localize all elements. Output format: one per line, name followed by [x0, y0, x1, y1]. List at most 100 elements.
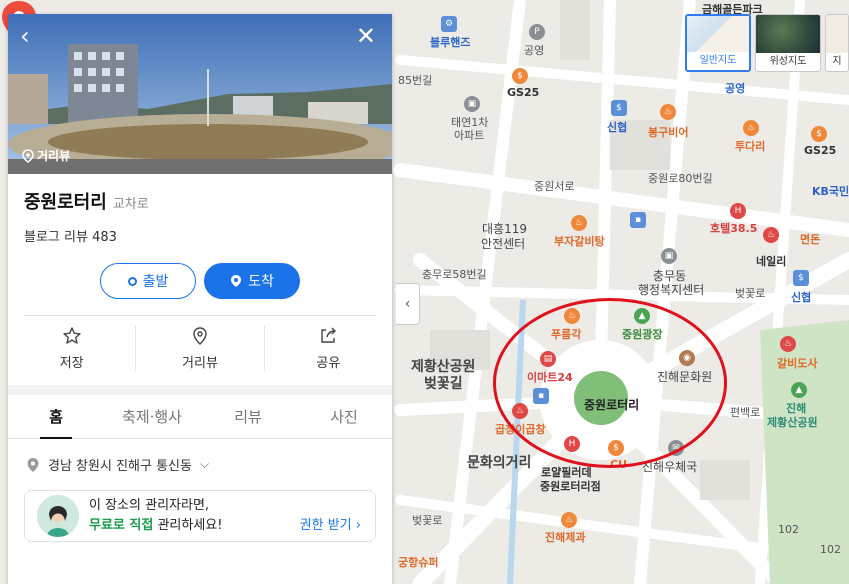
place-category: 교차로	[112, 197, 149, 212]
label-num102a: 102	[778, 523, 799, 536]
terrain-map-button[interactable]: 지	[825, 14, 849, 72]
label-jungwon80: 중원로80번길	[648, 172, 713, 185]
tab-festival[interactable]: 축제·행사	[104, 395, 200, 438]
title-row: 중원로터리 교차로	[24, 188, 376, 214]
label-hotel: 호텔38.5	[710, 222, 758, 235]
apartment-icon: ▣	[464, 96, 480, 112]
label-munhwa: 문화의거리	[467, 455, 532, 471]
person-illustration-icon	[37, 495, 79, 537]
label-pyeonbaek: 편백로	[730, 406, 761, 419]
roadview-label: 거리뷰	[182, 356, 218, 371]
label-welfare: 행정복지센터	[638, 283, 705, 297]
place-detail-panel: ‹ ✕ 거리뷰 중원로터리 교차로 블로그 리뷰 483 출발 도착 저장 거리…	[8, 14, 392, 584]
label-sinhyeop2: 신협	[791, 291, 812, 304]
label-beotkkot: 벚꽃로	[735, 287, 766, 300]
claim-line-2-rest: 관리하세요!	[153, 518, 223, 533]
place-title: 중원로터리	[24, 192, 107, 213]
label-gs25b: GS25	[804, 144, 837, 157]
share-button[interactable]: 공유	[265, 326, 392, 371]
restaurant-icon-4: ♨	[780, 336, 796, 352]
label-safety: 안전센터	[481, 237, 526, 251]
roadview-tag-label: 거리뷰	[37, 149, 71, 163]
pin-outline-icon	[22, 148, 34, 163]
label-kb: KB국민	[812, 185, 849, 198]
close-icon[interactable]: ✕	[356, 24, 376, 48]
tab-photo[interactable]: 사진	[296, 395, 392, 438]
satellite-map-thumbnail	[756, 15, 820, 53]
terrain-map-label: 지	[832, 56, 842, 67]
label-beotkkotgil: 벚꽃길	[424, 376, 463, 392]
chevron-down-icon[interactable]: ⌵	[200, 457, 209, 472]
label-sinhyeop-top: 공영	[725, 82, 746, 95]
label-gaedang: 궁항슈퍼	[398, 556, 439, 569]
pin-outline-icon	[193, 327, 207, 345]
convenience-store-icon-2: $	[811, 126, 827, 142]
normal-map-thumbnail	[687, 16, 749, 52]
satellite-map-button[interactable]: 위성지도	[755, 14, 821, 72]
government-icon: ▣	[661, 248, 677, 264]
map-type-switcher: 일반지도 위성지도 지	[685, 14, 849, 72]
label-tudari: 투다리	[735, 140, 766, 153]
restaurant-icon-2: ♨	[763, 227, 779, 243]
label-jehwangpark: 제황산공원	[767, 416, 818, 429]
arrive-label: 도착	[248, 274, 274, 290]
label-myeondon: 면돈	[800, 233, 821, 246]
hotel-icon: H	[730, 203, 746, 219]
highlight-circle	[493, 298, 727, 468]
panel-collapse-button[interactable]: ‹	[396, 283, 420, 325]
roadview-tag[interactable]: 거리뷰	[22, 147, 70, 164]
blog-review-count[interactable]: 블로그 리뷰 483	[24, 226, 376, 245]
save-label: 저장	[59, 356, 84, 371]
get-permission-link[interactable]: 권한 받기 ›	[300, 514, 361, 533]
share-icon	[321, 327, 337, 343]
tab-home[interactable]: 홈	[8, 395, 104, 439]
label-beonji: 85번길	[398, 74, 433, 87]
address-row[interactable]: 경남 창원시 진해구 통신동 ⌵	[8, 439, 392, 474]
normal-map-label: 일반지도	[699, 55, 737, 66]
terrain-map-thumbnail	[826, 15, 848, 53]
tab-review[interactable]: 리뷰	[200, 395, 296, 438]
convenience-store-icon: $	[512, 68, 528, 84]
address-text: 경남 창원시 진해구 통신동	[48, 459, 192, 474]
bank-icon: $	[611, 100, 627, 116]
roadview-photo[interactable]: ‹ ✕ 거리뷰	[8, 14, 392, 174]
bakery-icon: ♨	[561, 512, 577, 528]
owner-claim-banner[interactable]: 이 장소의 관리자라면, 무료로 직접 관리하세요! 권한 받기 ›	[24, 490, 376, 542]
chevron-right-icon: ›	[355, 518, 361, 533]
avatar	[37, 495, 79, 537]
share-label: 공유	[316, 356, 341, 371]
back-arrow-icon[interactable]: ‹	[20, 24, 30, 48]
route-buttons: 출발 도착	[24, 263, 376, 316]
tab-bar: 홈 축제·행사 리뷰 사진	[8, 395, 392, 439]
section-divider	[8, 385, 392, 395]
normal-map-button[interactable]: 일반지도	[685, 14, 751, 72]
star-icon	[62, 327, 81, 344]
chevron-left-icon: ‹	[404, 296, 411, 312]
park-icon-2: ▲	[791, 382, 807, 398]
car-service-icon: ⚙	[441, 16, 457, 32]
label-beotkkot2: 벚꽃로	[412, 514, 443, 527]
start-button[interactable]: 출발	[100, 263, 196, 299]
label-gs25a: GS25	[507, 86, 540, 99]
arrive-button[interactable]: 도착	[204, 263, 300, 299]
label-office: 공영	[524, 44, 545, 57]
label-jinhaebakery: 진해제과	[545, 531, 586, 544]
start-dot-icon	[127, 276, 137, 286]
kakao-map-screen: 금해골든파크 ⚙ 블루핸즈 P 공영 85번길 $ GS25 ▣ 태연1차 아파…	[0, 0, 849, 584]
bus-stop-icon: ▪	[630, 212, 646, 228]
label-bujagal: 부자갈비탕	[554, 235, 605, 248]
label-royal2: 중원로터리점	[540, 480, 601, 493]
action-bar: 저장 거리뷰 공유	[8, 316, 392, 385]
bank-icon-2: $	[793, 270, 809, 286]
label-bluehands: 블루핸즈	[430, 36, 471, 49]
label-galbi: 갈비도사	[777, 357, 818, 370]
roadview-button[interactable]: 거리뷰	[136, 326, 265, 371]
pub-icon: ♨	[660, 104, 676, 120]
place-info: 중원로터리 교차로 블로그 리뷰 483 출발 도착	[8, 174, 392, 316]
label-bonggu: 봉구비어	[648, 126, 689, 139]
claim-line-2: 무료로 직접 관리하세요!	[89, 516, 290, 536]
start-label: 출발	[142, 274, 169, 290]
label-num102b: 102	[820, 543, 841, 556]
save-button[interactable]: 저장	[8, 326, 137, 371]
label-nail: 네일리	[756, 255, 787, 268]
